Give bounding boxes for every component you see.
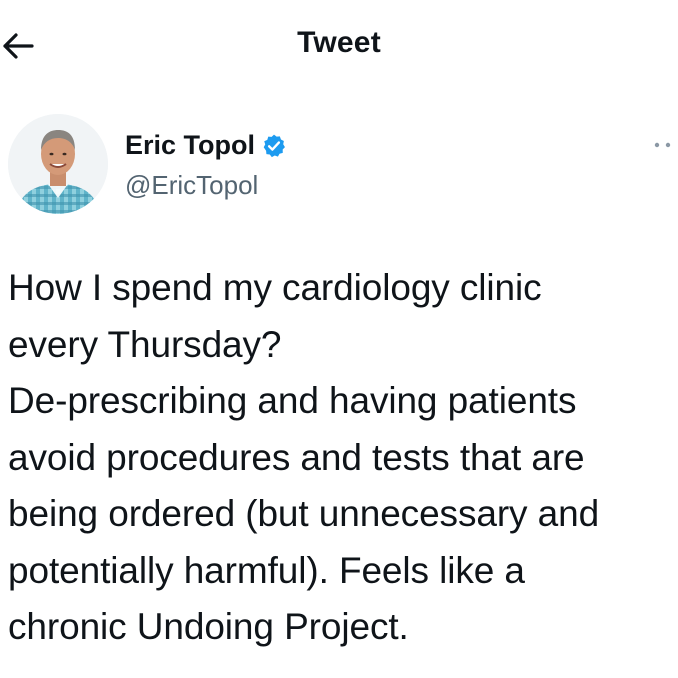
author-name[interactable]: Eric Topol [125, 130, 287, 161]
verified-badge-icon [263, 134, 285, 157]
more-options-button[interactable] [652, 138, 676, 152]
tweet-text: How I spend my cardiology clinic every T… [8, 267, 600, 647]
more-dots-icon [654, 142, 671, 148]
profile-photo-icon [8, 114, 108, 214]
author-handle[interactable]: @EricTopol [125, 170, 258, 201]
avatar[interactable] [8, 114, 108, 214]
author-row: Eric Topol @EricTopol [0, 110, 678, 220]
page-title: Tweet [297, 26, 381, 59]
author-name-text: Eric Topol [125, 130, 256, 160]
top-bar: Tweet [0, 0, 678, 90]
